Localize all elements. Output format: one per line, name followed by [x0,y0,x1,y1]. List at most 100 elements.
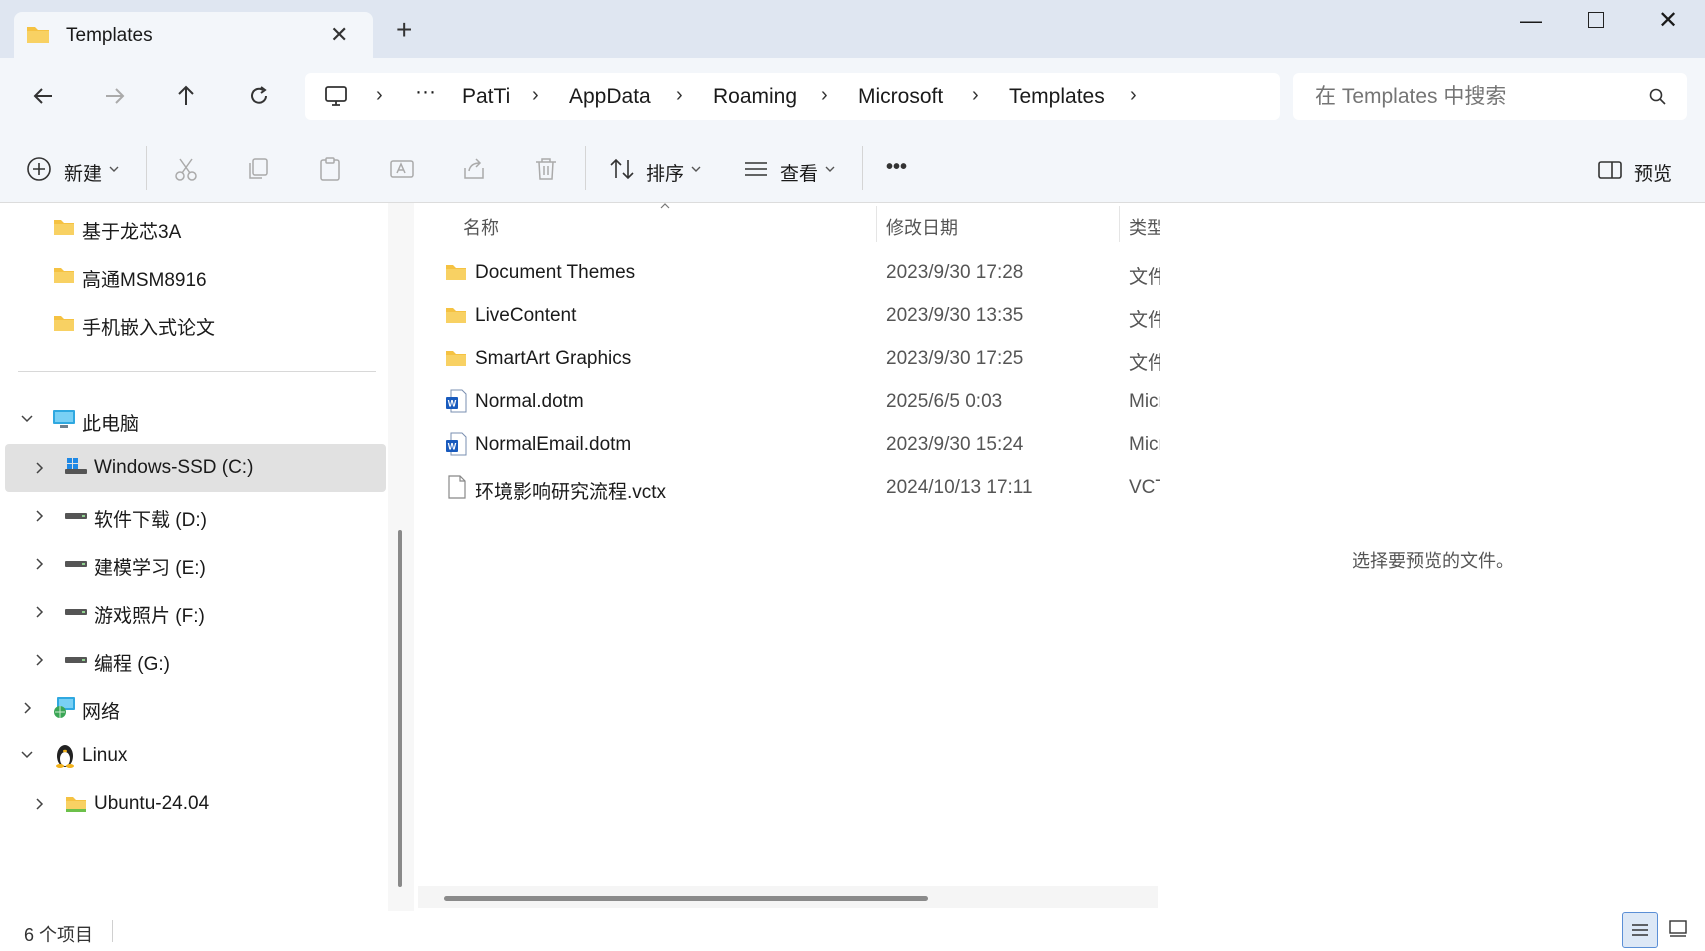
linux-tux-icon [56,745,74,768]
chevron-right-icon[interactable] [35,509,45,523]
chevron-right-icon[interactable] [35,797,45,811]
column-divider[interactable] [1119,206,1120,242]
share-icon[interactable] [461,156,487,182]
cut-icon[interactable] [173,156,199,182]
copy-icon[interactable] [245,156,271,182]
computer-icon[interactable] [324,85,348,107]
file-date: 2023/9/30 15:24 [886,434,1024,455]
sidebar-item-linux[interactable]: Linux [82,745,127,767]
close-window-button[interactable]: ✕ [1658,6,1678,35]
breadcrumb-separator[interactable]: › [1130,84,1137,107]
breadcrumb-separator[interactable]: › [972,84,979,107]
sort-icon[interactable] [609,156,635,182]
paste-icon[interactable] [317,156,343,182]
breadcrumb-overflow[interactable]: ··· [415,80,436,104]
chevron-down-icon[interactable] [824,164,836,174]
breadcrumb-item-templates[interactable]: Templates [1009,85,1105,109]
chevron-down-icon[interactable] [20,414,34,424]
column-header-name[interactable]: 名称 [463,214,499,240]
new-tab-button[interactable]: + [396,16,412,44]
breadcrumb-separator[interactable]: › [676,84,683,107]
more-options-button[interactable]: ••• [886,156,907,179]
sidebar-item-drive-f[interactable]: 游戏照片 (F:) [94,601,205,628]
file-name[interactable]: 环境影响研究流程.vctx [475,477,666,504]
new-button[interactable] [26,156,52,187]
sidebar-divider [18,371,376,372]
view-icon[interactable] [743,156,769,182]
preview-message: 选择要预览的文件。 [1352,551,1514,571]
file-date: 2024/10/13 17:11 [886,477,1033,498]
details-view-button[interactable] [1622,912,1658,948]
sidebar-item-folder[interactable]: 高通MSM8916 [82,265,207,292]
toolbar-divider [585,146,586,190]
this-pc-icon [53,410,75,428]
close-tab-icon[interactable]: ✕ [330,22,348,48]
sidebar-item-folder[interactable]: 手机嵌入式论文 [82,313,215,340]
forward-icon[interactable] [104,86,126,106]
column-header-date[interactable]: 修改日期 [886,214,958,240]
sidebar-item-network[interactable]: 网络 [82,697,120,724]
drive-icon [65,561,87,567]
view-label[interactable]: 查看 [780,159,818,186]
horizontal-scrollbar-thumb[interactable] [444,896,928,901]
sidebar-item-drive-g[interactable]: 编程 (G:) [94,649,170,676]
status-bar [0,911,1705,951]
preview-pane-icon[interactable] [1597,159,1623,181]
sidebar-item-drive-d[interactable]: 软件下载 (D:) [94,505,207,532]
file-name[interactable]: LiveContent [475,305,576,327]
word-doc-icon: W [446,389,467,413]
chevron-right-icon[interactable] [35,653,45,667]
folder-icon [27,27,49,43]
sidebar-item-folder[interactable]: 基于龙芯3A [82,217,181,244]
breadcrumb-item-appdata[interactable]: AppData [569,85,651,109]
file-type: 文件夹 [1129,310,1160,331]
column-header-type[interactable]: 类型 [1129,214,1160,240]
up-icon[interactable] [176,84,196,106]
search-input[interactable] [1313,84,1637,110]
large-icons-view-icon[interactable] [1668,919,1688,939]
rename-icon[interactable] [389,156,415,182]
chevron-right-icon[interactable] [35,605,45,619]
folder-icon [446,265,466,280]
sort-ascending-icon [660,203,670,209]
file-type: Microsoft [1129,391,1160,412]
search-icon[interactable] [1648,87,1668,107]
sidebar-item-drive-c[interactable]: Windows-SSD (C:) [94,457,253,479]
chevron-down-icon[interactable] [108,164,120,174]
toolbar-divider [862,146,863,190]
refresh-icon[interactable] [248,85,270,107]
sidebar-item-drive-e[interactable]: 建模学习 (E:) [94,553,206,580]
chevron-right-icon[interactable] [35,461,45,475]
file-name[interactable]: Normal.dotm [475,391,584,413]
preview-label[interactable]: 预览 [1634,159,1672,186]
breadcrumb-item-patti[interactable]: PatTi [462,85,510,109]
sidebar-item-this-pc[interactable]: 此电脑 [82,409,139,436]
breadcrumb-item-microsoft[interactable]: Microsoft [858,85,943,109]
breadcrumb-separator[interactable]: › [532,84,539,107]
chevron-down-icon[interactable] [690,164,702,174]
delete-icon[interactable] [533,156,559,182]
chevron-down-icon[interactable] [20,750,34,760]
maximize-button[interactable] [1588,12,1604,28]
file-name[interactable]: SmartArt Graphics [475,348,631,370]
blank-file-icon [448,475,466,499]
back-icon[interactable] [32,86,54,106]
drive-icon [65,609,87,615]
file-name[interactable]: Document Themes [475,262,635,284]
tab-templates[interactable]: Templates ✕ [14,12,373,58]
file-type: VCTX [1129,477,1160,498]
sidebar-item-ubuntu[interactable]: Ubuntu-24.04 [94,793,209,815]
sort-label[interactable]: 排序 [646,159,684,186]
chevron-right-icon[interactable] [23,701,33,715]
minimize-button[interactable]: — [1520,8,1542,34]
file-name[interactable]: NormalEmail.dotm [475,434,631,456]
svg-text:W: W [448,442,457,452]
breadcrumb-separator[interactable]: › [376,84,383,107]
column-divider[interactable] [876,206,877,242]
windows-drive-icon [65,458,87,474]
breadcrumb-item-roaming[interactable]: Roaming [713,85,797,109]
sidebar-scrollbar-thumb[interactable] [398,530,402,887]
breadcrumb-separator[interactable]: › [821,84,828,107]
chevron-right-icon[interactable] [35,557,45,571]
new-label[interactable]: 新建 [64,159,102,186]
